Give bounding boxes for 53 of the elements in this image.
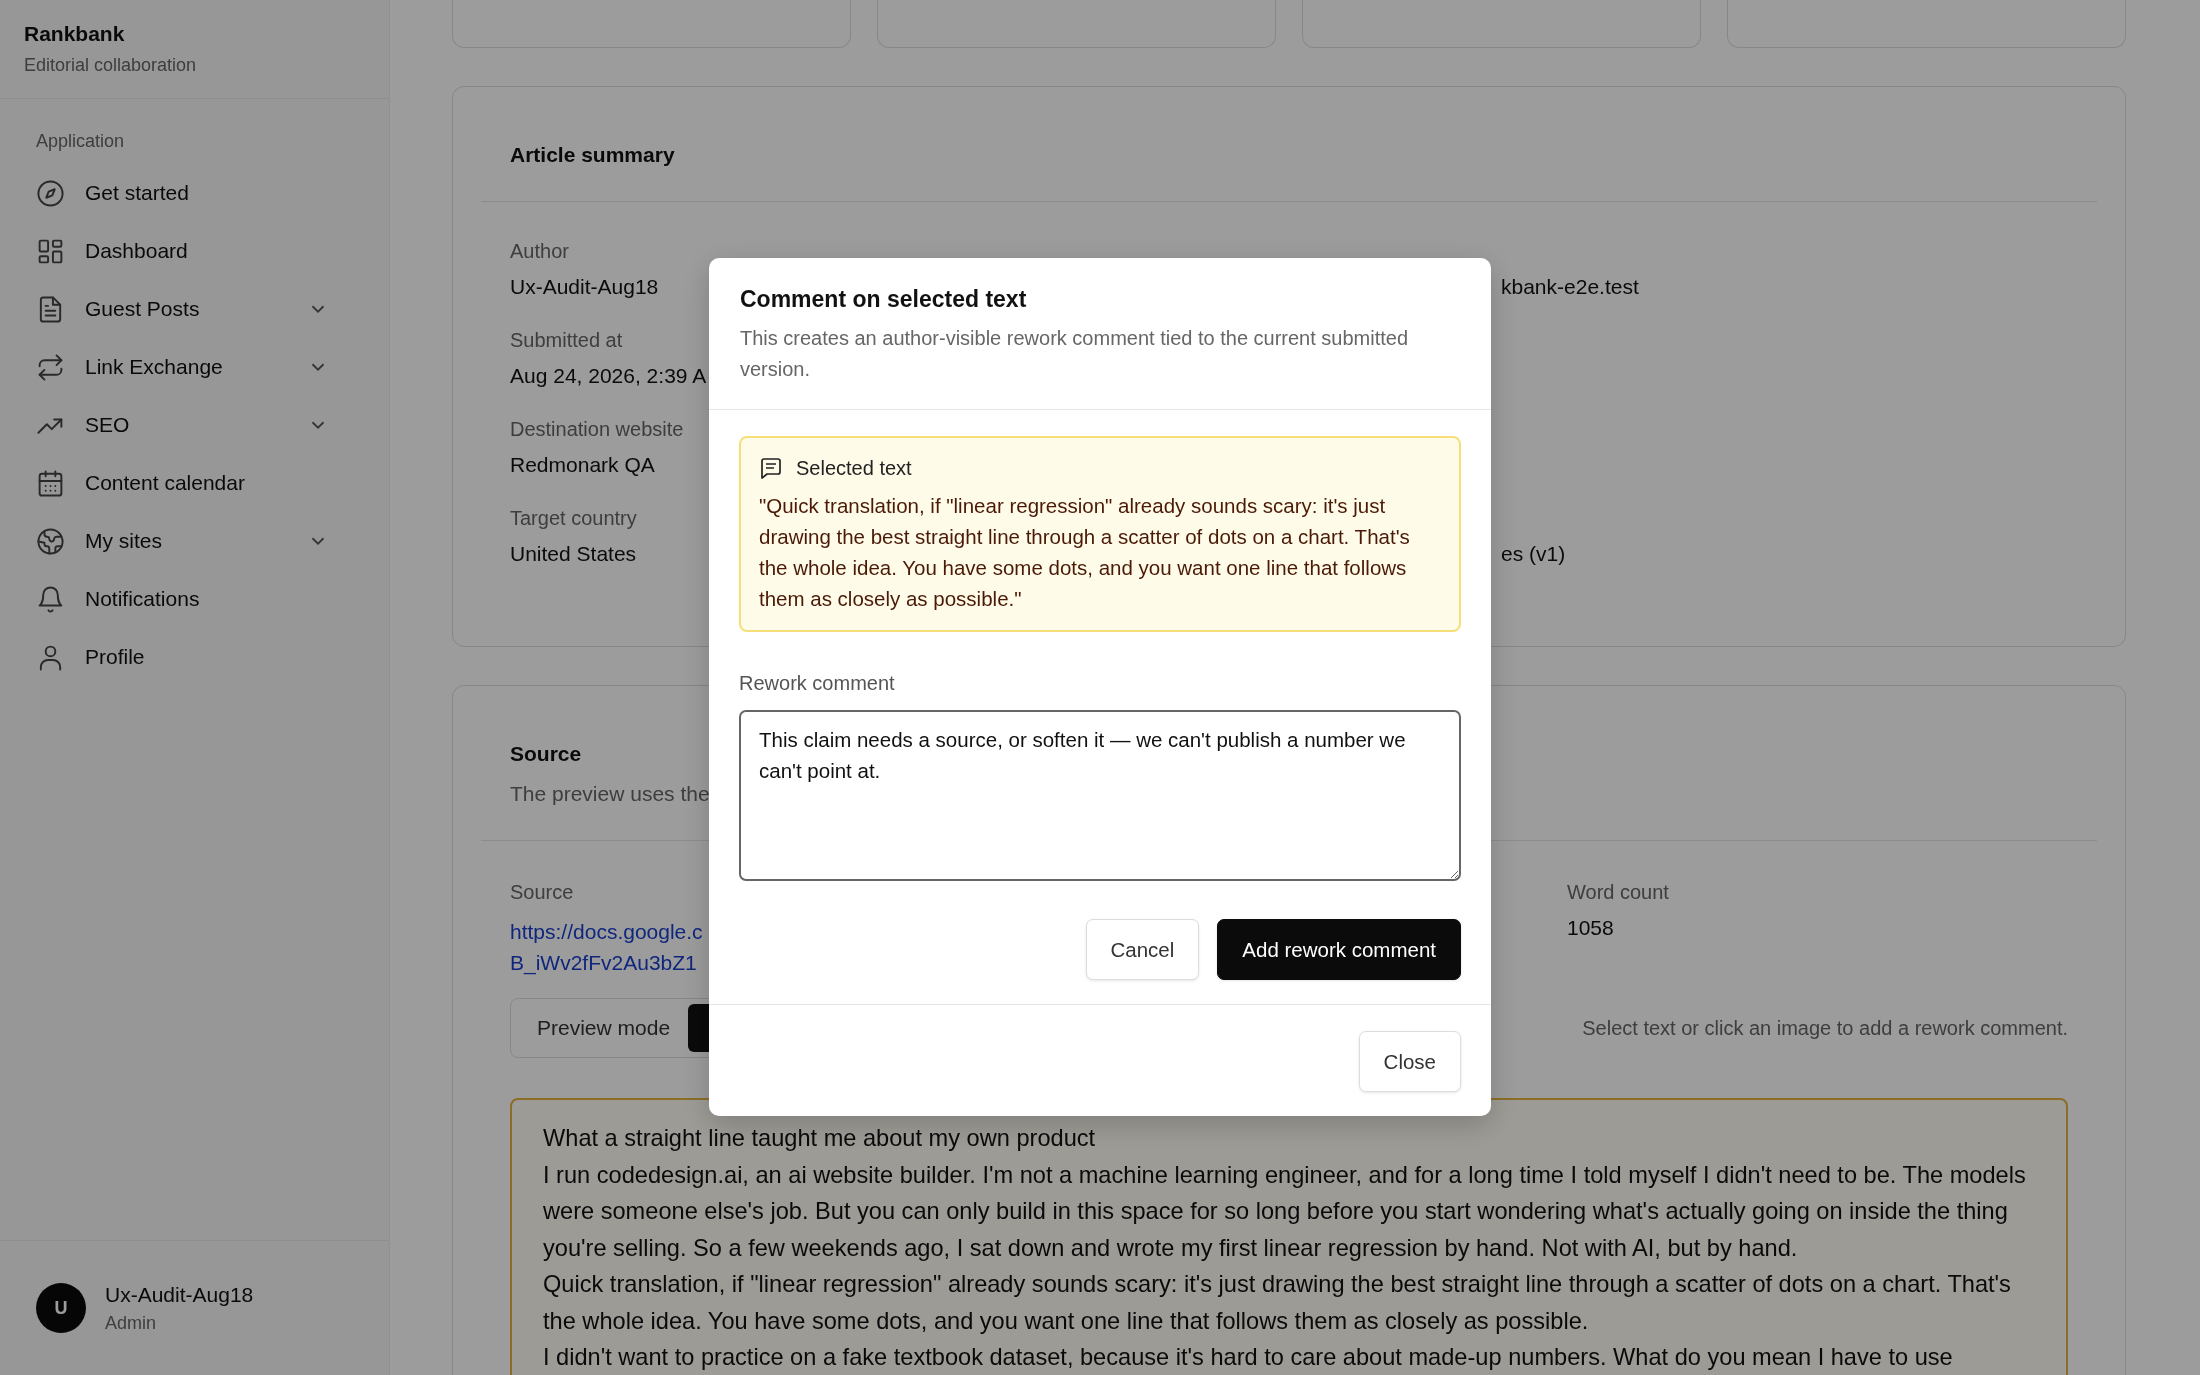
field-value: Ux-Audit-Aug18 xyxy=(510,275,659,299)
card-subtitle: The preview uses the xyxy=(510,782,710,806)
selected-text-quote: "Quick translation, if "linear regression" already sounds scary: it's just drawing the best straight line through a scatter of dots on a chart. That's the whole idea. You have some dots, and you want one line that follows them as closely as possible." xyxy=(759,493,1411,612)
repeat-icon xyxy=(36,352,65,382)
field-label: Target country xyxy=(510,507,637,530)
nav-item[interactable]: My sites xyxy=(36,512,365,570)
selected-text-label: Selected text xyxy=(796,456,912,480)
comment-icon xyxy=(759,456,783,480)
cancel-button[interactable]: Cancel xyxy=(1085,919,1200,980)
avatar: U xyxy=(36,1283,86,1333)
field-value: Aug 24, 2026, 2:39 A xyxy=(510,364,707,388)
dialog-description: This creates an author-visible rework comment tied to the current submitted version. xyxy=(740,326,1410,382)
field-value: kbank-e2e.test xyxy=(1501,275,1639,299)
preview-mode-label: Preview mode xyxy=(537,1016,671,1040)
dialog-title: Comment on selected text xyxy=(740,286,1028,313)
hint-text: Select text or click an image to add a rework comment. xyxy=(1582,1016,2068,1040)
field-value: United States xyxy=(510,542,637,566)
globe-icon xyxy=(36,526,65,556)
bell-icon xyxy=(36,584,65,614)
article-paragraph: I run codedesign.ai, an ai website builder. I'm not a machine learning engineer, and for a long time I told myself I didn't need to be. The models were someone else's job. But you can only build in this space for so long before you start wondering what's actually going on inside the thing you're selling. So a few weekends ago, I sat down and wrote my first linear regression by hand. Not with AI, but by hand. xyxy=(543,1160,2027,1263)
nav-item[interactable]: Profile xyxy=(36,628,365,686)
calendar-icon xyxy=(36,468,65,498)
field-label: Submitted at xyxy=(510,329,623,352)
field-value: Redmonark QA xyxy=(510,453,655,477)
field-label: Word count xyxy=(1567,881,1669,904)
brand-name: Rankbank xyxy=(24,22,126,46)
nav-item[interactable]: Get started xyxy=(36,164,365,222)
nav-item[interactable]: SEO xyxy=(36,396,365,454)
card-title: Source xyxy=(510,741,582,766)
add-comment-button[interactable]: Add rework comment xyxy=(1217,919,1461,980)
comment-label: Rework comment xyxy=(739,672,896,695)
nav-item[interactable]: Content calendar xyxy=(36,454,365,512)
close-button[interactable]: Close xyxy=(1358,1031,1461,1092)
nav-item[interactable]: Notifications xyxy=(36,570,365,628)
brand-tagline: Editorial collaboration xyxy=(24,55,198,76)
field-label: Author xyxy=(510,240,569,263)
article-paragraph: What a straight line taught me about my own product xyxy=(543,1124,1097,1153)
user-role: Admin xyxy=(105,1312,158,1334)
compass-icon xyxy=(36,178,65,208)
user-name: Ux-Audit-Aug18 xyxy=(105,1282,254,1307)
word-count: 1058 xyxy=(1567,916,1614,940)
card-title: Article summary xyxy=(510,142,675,167)
field-value: es (v1) xyxy=(1501,542,1566,566)
nav-item[interactable]: Guest Posts xyxy=(36,280,365,338)
field-label: Source xyxy=(510,881,574,904)
article-paragraph: Quick translation, if "linear regression" already sounds scary: it's just drawing the best straight line through a scatter of dots on a chart. That's the whole idea. You have some dots, and you want one line that follows them as closely as possible. xyxy=(543,1270,2012,1336)
comment-field[interactable]: This claim needs a source, or soften it — we can't publish a number we can't point at. xyxy=(739,710,1461,881)
nav-item[interactable]: Dashboard xyxy=(36,222,365,280)
section-label: Application xyxy=(36,131,126,152)
article-paragraph: I didn't want to practice on a fake textbook dataset, because it's hard to care about made-up numbers. What do you mean I have to use xyxy=(543,1343,1954,1372)
field-label: Destination website xyxy=(510,418,684,441)
source-link[interactable]: https://docs.google.c B_iWv2fFv2Au3bZ1 xyxy=(510,916,703,978)
nav-item[interactable]: Link Exchange xyxy=(36,338,365,396)
